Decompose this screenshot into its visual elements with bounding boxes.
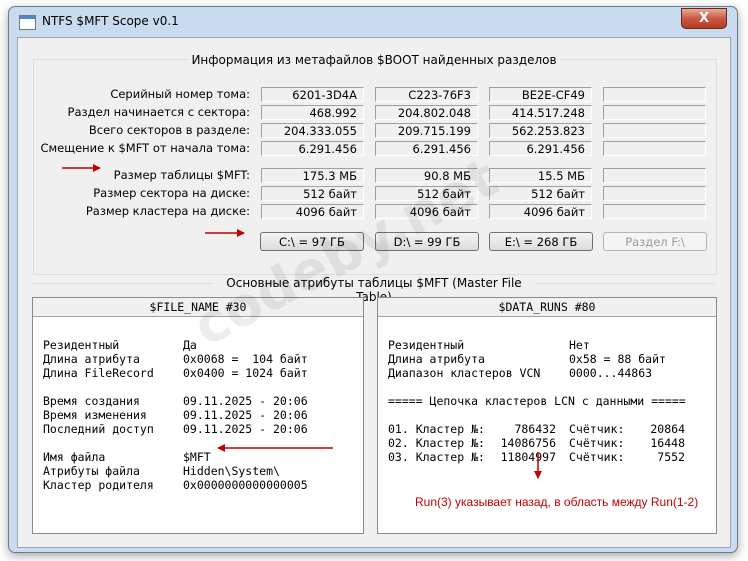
annotation-arrows <box>62 164 542 479</box>
